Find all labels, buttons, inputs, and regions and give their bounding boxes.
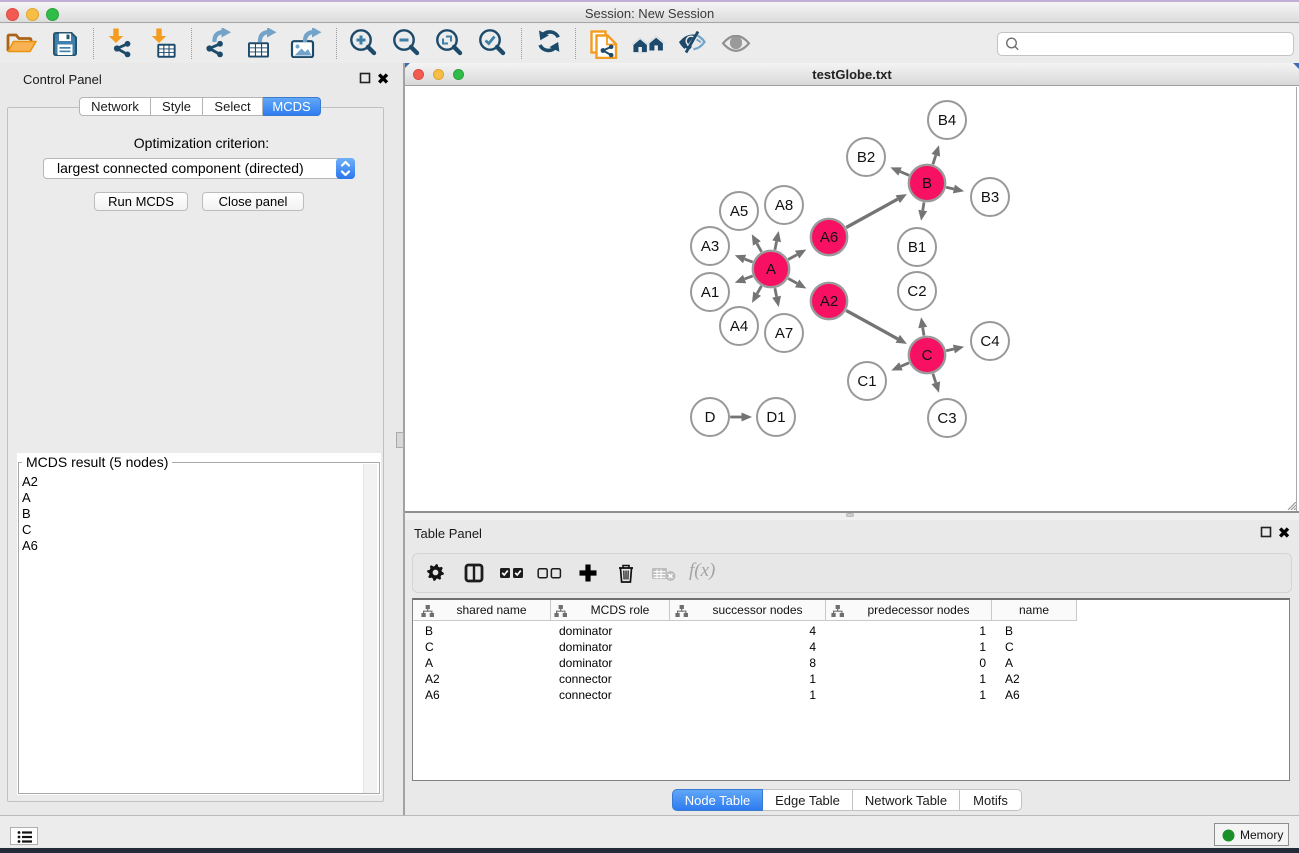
- svg-text:A8: A8: [775, 197, 793, 214]
- svg-text:D1: D1: [766, 409, 785, 426]
- svg-text:B: B: [922, 175, 932, 192]
- svg-text:B3: B3: [981, 189, 999, 206]
- svg-text:A5: A5: [730, 203, 748, 220]
- svg-text:C1: C1: [857, 373, 876, 390]
- svg-text:A4: A4: [730, 318, 748, 335]
- svg-text:B2: B2: [857, 149, 875, 166]
- svg-text:A: A: [766, 261, 776, 278]
- svg-text:C2: C2: [907, 283, 926, 300]
- svg-text:A3: A3: [701, 238, 719, 255]
- svg-text:A2: A2: [820, 293, 838, 310]
- svg-text:B4: B4: [938, 112, 956, 129]
- svg-text:A6: A6: [820, 229, 838, 246]
- svg-text:C3: C3: [937, 410, 956, 427]
- svg-text:C: C: [922, 347, 933, 364]
- svg-text:B1: B1: [908, 239, 926, 256]
- svg-text:D: D: [705, 409, 716, 426]
- svg-text:A1: A1: [701, 284, 719, 301]
- svg-text:A7: A7: [775, 325, 793, 342]
- svg-text:C4: C4: [980, 333, 999, 350]
